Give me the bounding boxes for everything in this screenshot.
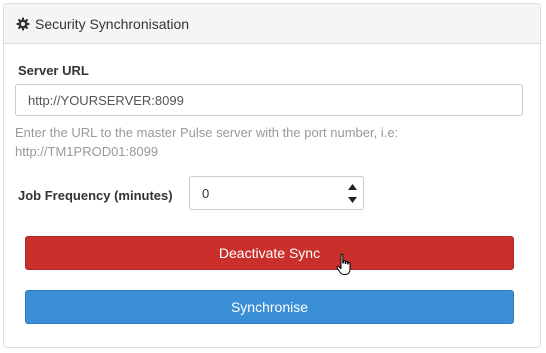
hand-pointer-icon (336, 253, 354, 277)
panel-title: Security Synchronisation (35, 15, 190, 32)
help-line-1: Enter the URL to the master Pulse server… (15, 125, 399, 140)
deactivate-sync-button[interactable]: Deactivate Sync (25, 236, 514, 270)
server-url-label: Server URL (18, 63, 89, 78)
gear-icon (16, 17, 30, 31)
triangle-up-icon[interactable] (346, 182, 358, 191)
synchronise-button[interactable]: Synchronise (25, 290, 514, 324)
server-url-input[interactable] (15, 84, 523, 116)
server-url-help-text: Enter the URL to the master Pulse server… (15, 123, 523, 161)
panel-heading: Security Synchronisation (4, 4, 540, 44)
job-frequency-label: Job Frequency (minutes) (18, 188, 173, 203)
triangle-down-icon[interactable] (346, 195, 358, 204)
help-line-2: http://TM1PROD01:8099 (15, 144, 159, 159)
job-frequency-input[interactable] (190, 177, 341, 209)
stepper-buttons (341, 177, 363, 209)
job-frequency-stepper (189, 176, 364, 210)
